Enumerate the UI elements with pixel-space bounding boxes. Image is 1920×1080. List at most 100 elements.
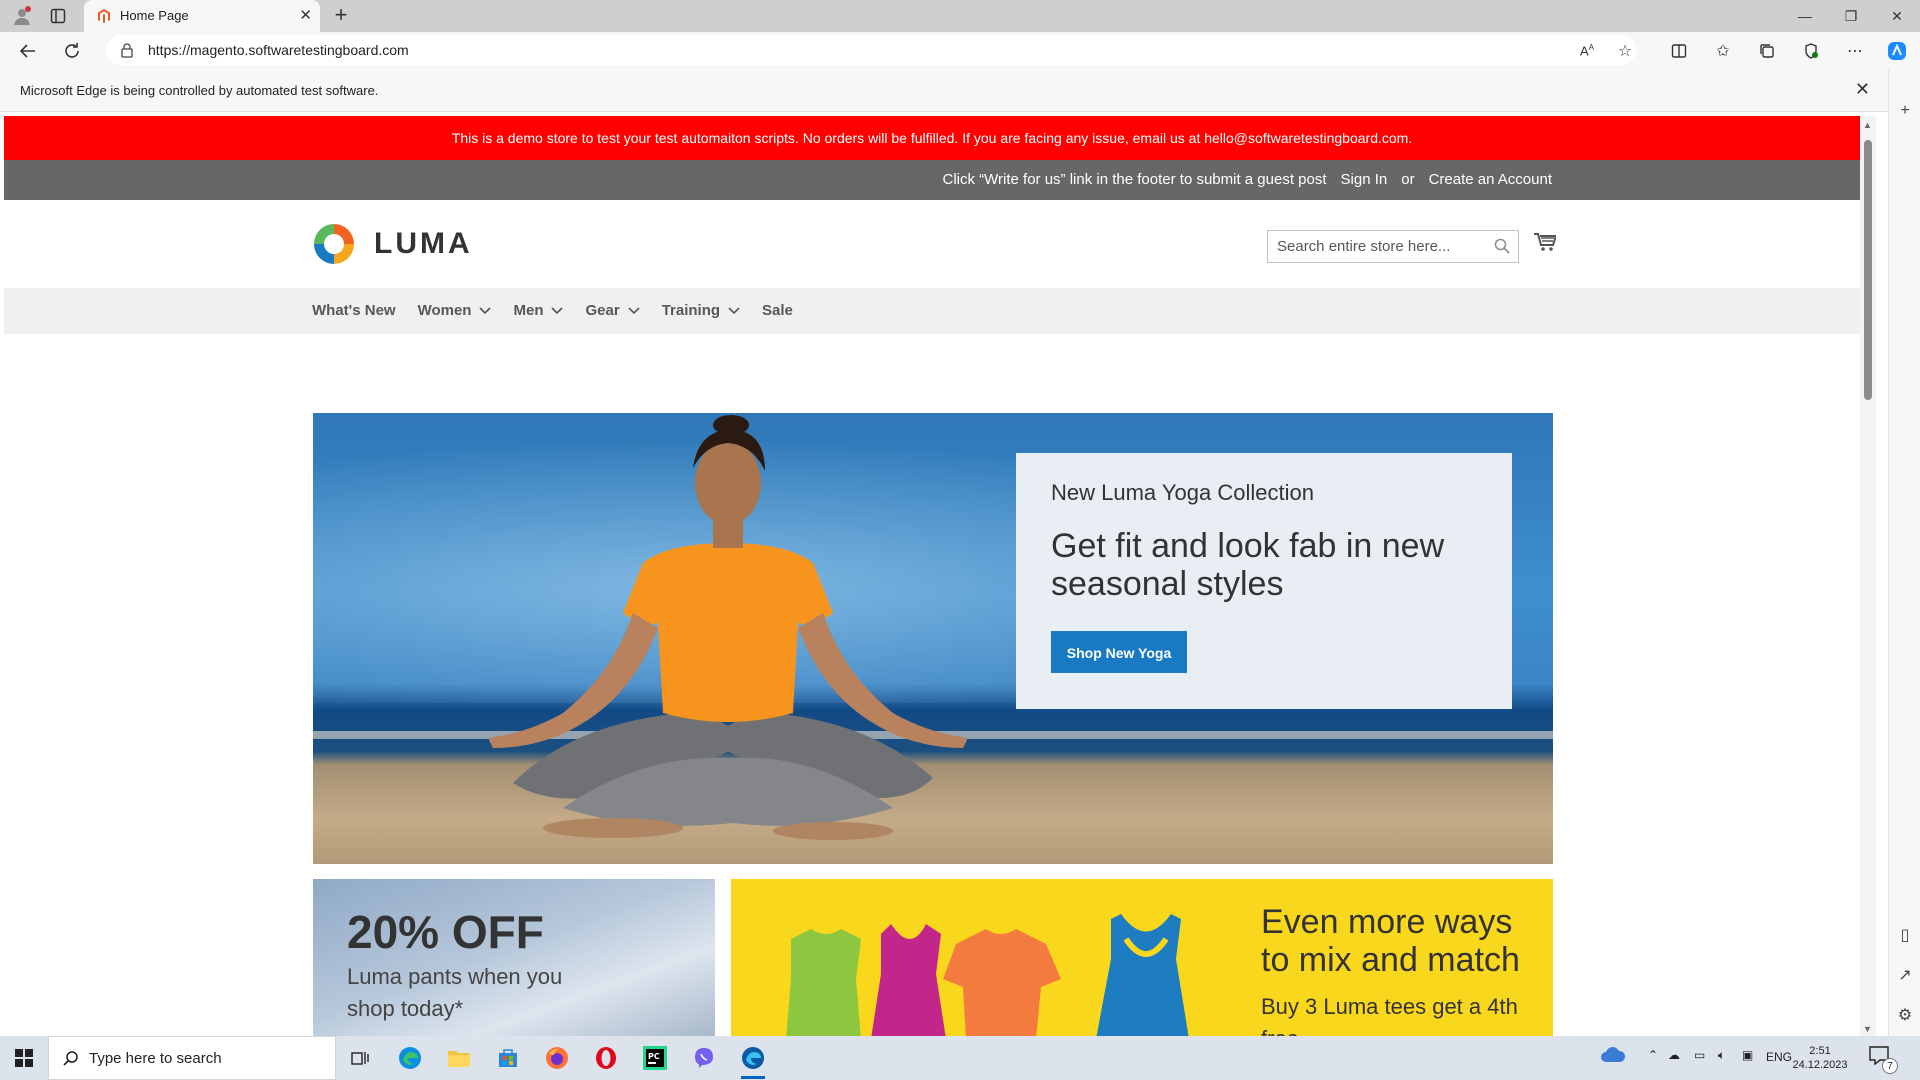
automation-info-bar: Microsoft Edge is being controlled by au… (0, 69, 1888, 112)
clock-time: 2:51 (1809, 1045, 1831, 1057)
tab-title: Home Page (120, 8, 189, 23)
onedrive-tray-icon[interactable]: ☁ (1668, 1048, 1680, 1062)
url-text[interactable]: https://magento.softwaretestingboard.com (148, 42, 409, 58)
pycharm-icon[interactable]: PC (637, 1042, 673, 1074)
profile-icon[interactable] (10, 4, 34, 28)
cart-icon[interactable] (1534, 232, 1558, 257)
sidebar-panel-icon[interactable]: ▯ (1895, 925, 1915, 945)
luma-logo-icon (314, 224, 354, 264)
volume-icon[interactable]: 🔈︎ (1718, 1048, 1725, 1063)
show-hidden-icons-icon[interactable]: ⌃ (1648, 1048, 1658, 1062)
close-infobar-icon[interactable]: ✕ (1855, 79, 1870, 100)
read-aloud-icon[interactable]: AA (1574, 38, 1600, 64)
file-explorer-icon[interactable] (441, 1042, 477, 1074)
chevron-down-icon (551, 302, 564, 319)
taskbar-search[interactable]: Type here to search (48, 1036, 336, 1080)
browser-tab-bar: Home Page ✕ + — ❐ ✕ (0, 0, 1920, 32)
or-text: or (1401, 171, 1415, 188)
chevron-down-icon (728, 302, 740, 319)
clock[interactable]: 2:51 24.12.2023 (1790, 1044, 1850, 1072)
tees-promo-headline: Even more ways to mix and match (1261, 903, 1520, 979)
search-icon[interactable] (1494, 238, 1510, 259)
nav-item-women[interactable]: Women (418, 302, 492, 319)
nav-label: What's New (312, 302, 396, 319)
firefox-icon[interactable] (539, 1042, 575, 1074)
nav-item-gear[interactable]: Gear (585, 302, 640, 319)
task-view-icon[interactable] (342, 1042, 378, 1074)
copilot-icon[interactable] (1884, 38, 1910, 64)
page-viewport: This is a demo store to test your test a… (4, 116, 1860, 1036)
lock-icon[interactable] (120, 42, 134, 63)
sign-in-link[interactable]: Sign In (1341, 171, 1388, 188)
nav-item-whats-new[interactable]: What's New (312, 302, 396, 319)
onedrive-cloud-icon[interactable] (1600, 1046, 1626, 1067)
restore-icon[interactable]: ❐ (1828, 0, 1874, 32)
nav-label: Gear (585, 302, 620, 319)
search-box (1267, 230, 1519, 263)
new-tab-button[interactable]: + (328, 3, 354, 29)
favorite-star-icon[interactable]: ☆ (1612, 38, 1638, 64)
viber-icon[interactable] (686, 1042, 722, 1074)
tees-illustration (786, 914, 1189, 1036)
edge-taskbar-icon[interactable] (392, 1042, 428, 1074)
tees-promo-tile[interactable]: Even more ways to mix and match Buy 3 Lu… (731, 879, 1553, 1036)
pants-promo-tile[interactable]: 20% OFF Luma pants when you shop today* (313, 879, 715, 1036)
hero-banner[interactable]: New Luma Yoga Collection Get fit and loo… (313, 413, 1553, 864)
taskbar-search-placeholder: Type here to search (89, 1050, 222, 1067)
nav-item-training[interactable]: Training (662, 302, 740, 319)
tab-actions-icon[interactable] (46, 4, 70, 28)
promo-discount: 20% OFF (347, 906, 544, 958)
close-tab-icon[interactable]: ✕ (299, 6, 312, 24)
store-header: LUMA (4, 200, 1860, 288)
demo-notice-banner: This is a demo store to test your test a… (4, 116, 1860, 160)
chevron-down-icon (628, 302, 640, 319)
address-bar-row: https://magento.softwaretestingboard.com… (0, 32, 1920, 69)
page-scrollbar[interactable]: ▲ ▼ (1860, 116, 1876, 1036)
microsoft-store-icon[interactable] (490, 1042, 526, 1074)
panel-header: Click “Write for us” link in the footer … (4, 160, 1860, 200)
language-indicator[interactable]: ENG (1766, 1050, 1792, 1064)
external-link-icon[interactable]: ↗ (1895, 965, 1915, 985)
hero-kicker: New Luma Yoga Collection (1051, 480, 1314, 505)
promo-description: Luma pants when you shop today* (347, 964, 563, 1021)
chevron-down-icon (479, 302, 492, 319)
search-icon (63, 1050, 79, 1071)
scroll-down-icon[interactable]: ▼ (1863, 1024, 1872, 1034)
main-navigation: What's New Women Men Gear Training Sale (4, 288, 1860, 334)
shop-new-yoga-button[interactable]: Shop New Yoga (1051, 631, 1187, 673)
more-options-icon[interactable]: ⋯ (1842, 38, 1868, 64)
battery-icon[interactable]: ▭ (1694, 1048, 1705, 1062)
nav-label: Training (661, 302, 721, 319)
back-button[interactable] (14, 38, 42, 64)
nav-item-sale[interactable]: Sale (762, 302, 793, 319)
search-input[interactable] (1268, 231, 1488, 262)
scrollbar-thumb[interactable] (1864, 140, 1872, 400)
close-window-icon[interactable]: ✕ (1874, 0, 1920, 32)
opera-icon[interactable] (588, 1042, 624, 1074)
magento-favicon-icon (96, 8, 112, 24)
create-account-link[interactable]: Create an Account (1429, 171, 1552, 188)
windows-start-icon[interactable] (0, 1036, 48, 1080)
url-field[interactable]: https://magento.softwaretestingboard.com (106, 35, 1636, 65)
minimize-icon[interactable]: — (1782, 0, 1828, 32)
automation-notice: Microsoft Edge is being controlled by au… (20, 83, 379, 98)
browser-essentials-icon[interactable] (1798, 38, 1824, 64)
guest-post-text: Click “Write for us” link in the footer … (942, 171, 1327, 188)
logo-text: LUMA (374, 227, 473, 260)
sidebar-settings-icon[interactable]: ⚙ (1895, 1005, 1915, 1025)
edge-dev-taskbar-icon[interactable] (735, 1042, 771, 1079)
svg-text:PC: PC (648, 1052, 660, 1061)
add-sidebar-app-icon[interactable]: + (1895, 101, 1915, 121)
split-screen-icon[interactable] (1666, 38, 1692, 64)
refresh-button[interactable] (58, 38, 86, 64)
network-icon[interactable]: ▣ (1742, 1048, 1753, 1062)
luma-logo[interactable]: LUMA (312, 222, 473, 266)
collections-icon[interactable] (1754, 38, 1780, 64)
tees-promo-subtext: Buy 3 Luma tees get a 4th free (1261, 994, 1518, 1036)
scroll-up-icon[interactable]: ▲ (1863, 120, 1872, 130)
hero-promo-card: New Luma Yoga Collection Get fit and loo… (1016, 453, 1512, 709)
nav-item-men[interactable]: Men (513, 302, 564, 319)
tab-home-page[interactable]: Home Page ✕ (84, 0, 320, 32)
notification-center-icon[interactable]: 7 (1868, 1044, 1898, 1074)
favorites-icon[interactable]: ✩ (1710, 38, 1736, 64)
